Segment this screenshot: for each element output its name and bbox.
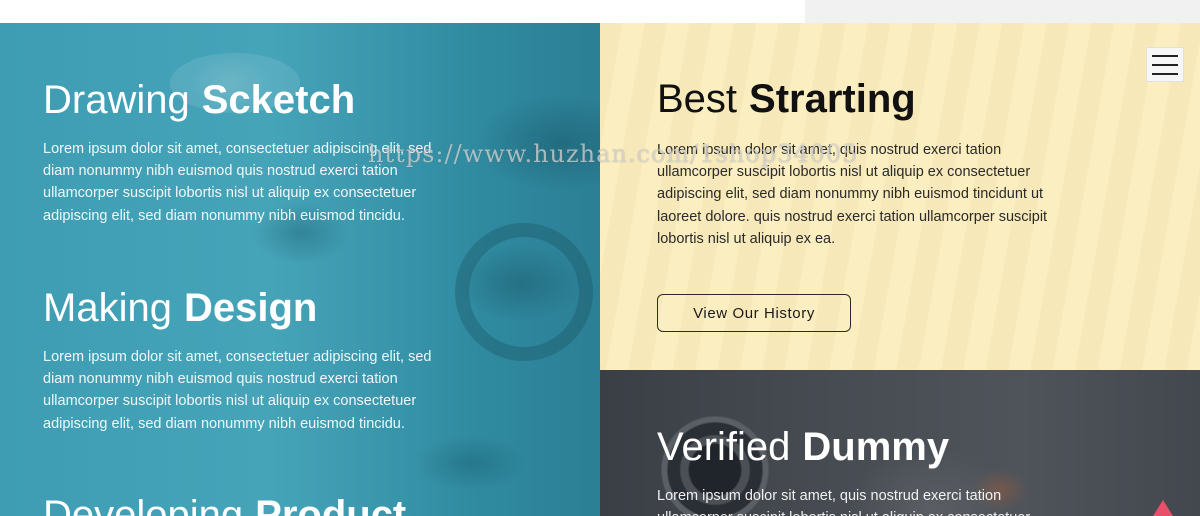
heading-bold: Design <box>183 286 318 330</box>
scroll-to-top-arrow-icon[interactable] <box>1153 500 1173 516</box>
service-heading: Drawing Scketch <box>43 76 563 124</box>
heading-bold: Strarting <box>749 77 916 121</box>
top-strip <box>0 0 805 23</box>
service-heading: Developing Product <box>43 491 563 516</box>
menu-bar <box>1152 54 1178 57</box>
services-panel: Drawing Scketch Lorem ipsum dolor sit ame… <box>0 23 600 516</box>
top-strip-right <box>805 0 1200 23</box>
menu-bar <box>1152 63 1178 66</box>
heading-light: Developing <box>43 493 244 516</box>
view-history-button[interactable]: View Our History <box>657 294 851 332</box>
about-text: Lorem ipsum dolor sit amet, quis nostrud… <box>657 142 1048 247</box>
hamburger-menu-icon[interactable] <box>1146 47 1184 82</box>
heading-bold: Dummy <box>802 425 950 469</box>
heading-light: Making <box>43 286 172 330</box>
service-heading: Making Design <box>43 284 563 332</box>
about-block: Best Strarting Lorem ipsum dolor sit amet… <box>657 75 1177 250</box>
service-block-design: Making Design Lorem ipsum dolor sit amet,… <box>43 284 563 435</box>
service-block-product: Developing Product <box>43 491 563 516</box>
service-text: Lorem ipsum dolor sit amet, consectetuer… <box>43 141 432 224</box>
verified-panel: Verified Dummy Lorem ipsum dolor sit amet… <box>600 370 1200 516</box>
service-block-drawing: Drawing Scketch Lorem ipsum dolor sit ame… <box>43 76 563 227</box>
verified-block: Verified Dummy Lorem ipsum dolor sit amet… <box>657 423 1177 516</box>
verified-heading: Verified Dummy <box>657 423 1177 471</box>
about-heading: Best Strarting <box>657 75 1177 123</box>
heading-light: Drawing <box>43 78 190 122</box>
heading-light: Verified <box>657 425 791 469</box>
heading-bold: Product <box>255 493 407 516</box>
about-panel: Best Strarting Lorem ipsum dolor sit amet… <box>600 23 1200 370</box>
service-text: Lorem ipsum dolor sit amet, consectetuer… <box>43 349 432 432</box>
heading-bold: Scketch <box>201 78 356 122</box>
verified-text: Lorem ipsum dolor sit amet, quis nostrud… <box>657 488 1030 516</box>
heading-light: Best <box>657 77 738 121</box>
menu-bar <box>1152 72 1178 75</box>
